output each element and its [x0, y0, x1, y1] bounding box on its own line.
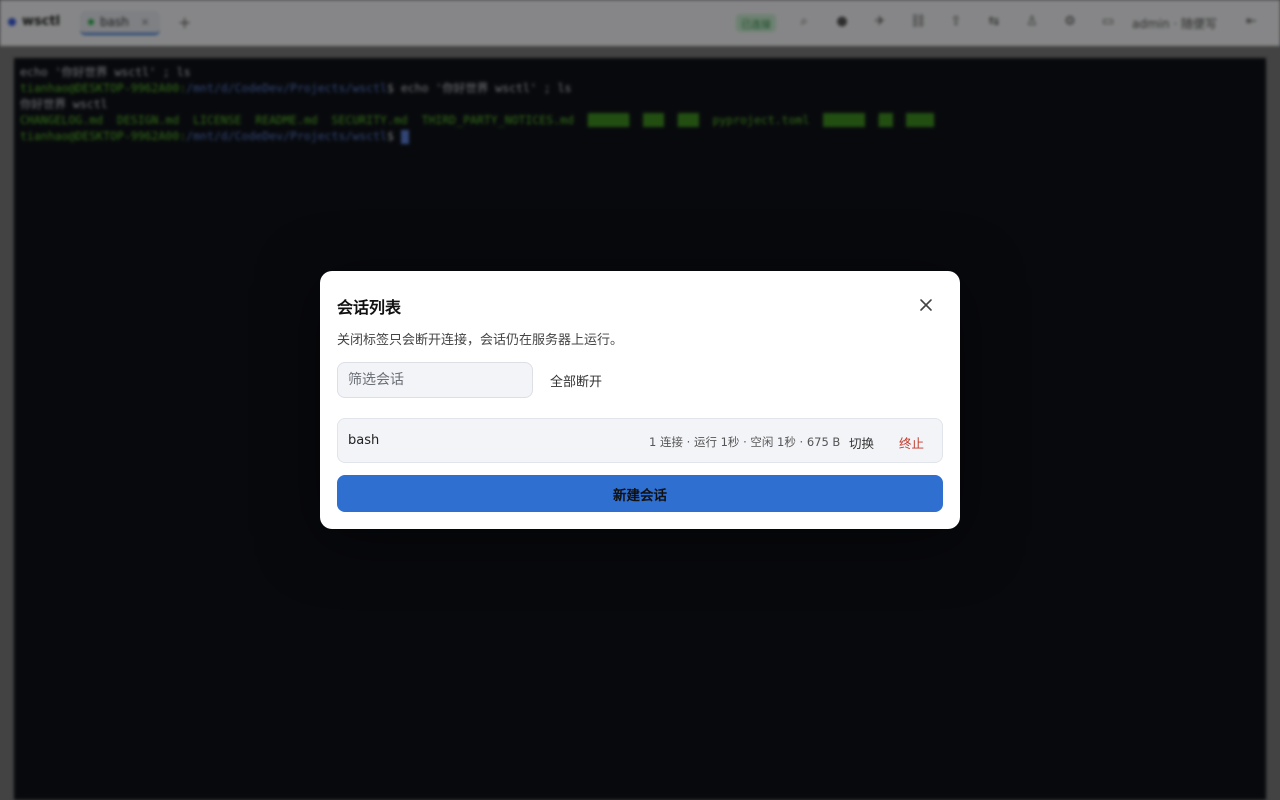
dialog-title: 会话列表 — [337, 298, 402, 317]
switch-session-button[interactable]: 切换 — [849, 433, 874, 452]
close-button[interactable] — [914, 293, 938, 317]
new-session-button[interactable]: 新建会话 — [337, 475, 943, 512]
disconnect-all-button[interactable]: 全部断开 — [550, 371, 602, 390]
session-row[interactable]: bash 1 连接 · 运行 1秒 · 空闲 1秒 · 675 B 切换 终止 — [337, 418, 943, 463]
kill-session-button[interactable]: 终止 — [899, 433, 924, 452]
dialog-description: 关闭标签只会断开连接，会话仍在服务器上运行。 — [337, 333, 624, 348]
session-name: bash — [348, 433, 380, 448]
session-filter-input[interactable] — [337, 362, 533, 398]
session-list-dialog: 会话列表 关闭标签只会断开连接，会话仍在服务器上运行。 全部断开 bash 1 … — [320, 271, 960, 529]
close-icon — [920, 299, 932, 311]
session-meta: 1 连接 · 运行 1秒 · 空闲 1秒 · 675 B — [649, 435, 841, 449]
